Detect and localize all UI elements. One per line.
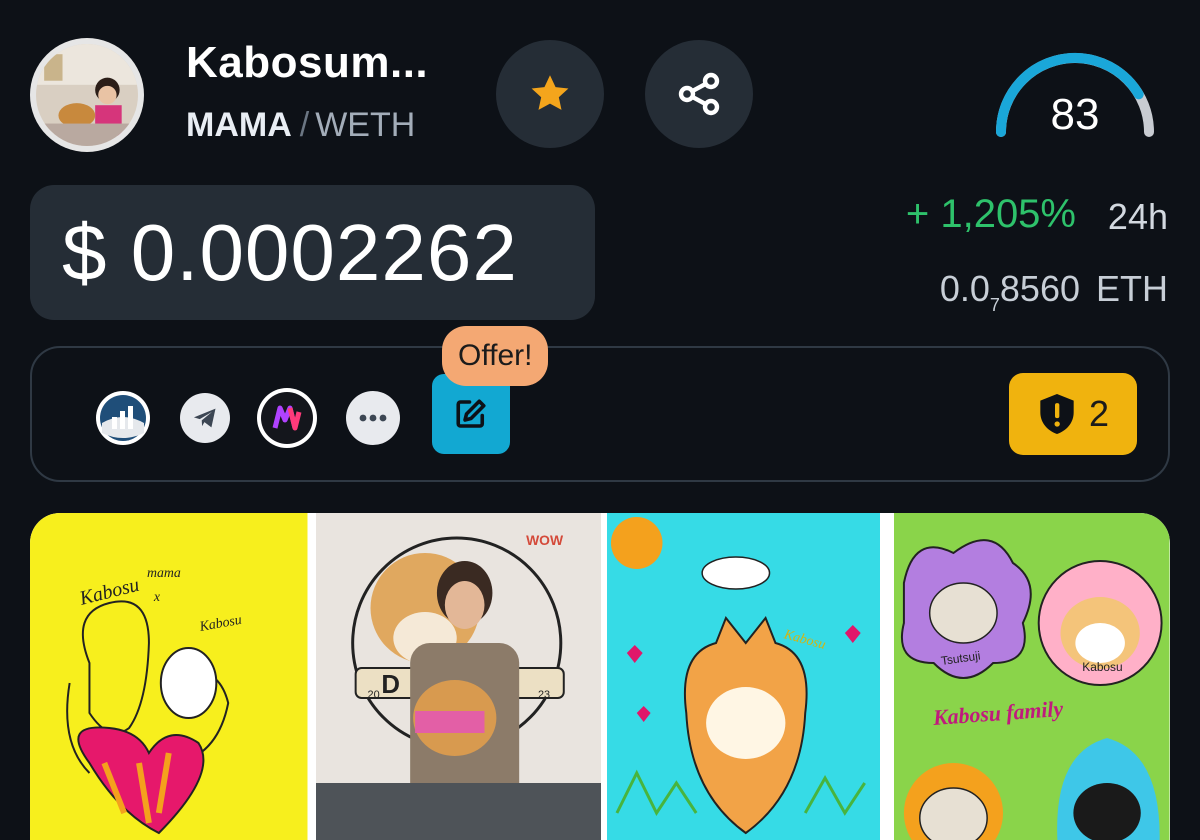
edit-icon <box>456 399 486 428</box>
thumb1-text-3: x <box>153 590 161 605</box>
thumb2-text-2: D <box>381 671 400 699</box>
eth-price: 0.078560 <box>940 268 1080 316</box>
audit-warnings-button[interactable]: 2 <box>1009 373 1137 455</box>
offer-badge: Offer! <box>442 326 549 386</box>
score-value: 83 <box>1050 90 1100 139</box>
share-icon <box>678 72 720 116</box>
usd-price: $ 0.0002262 <box>62 207 518 297</box>
token-name: Kabosum... <box>186 38 429 87</box>
thumb2-text-4: 23 <box>538 689 550 701</box>
price-change: + 1,205% <box>905 192 1076 236</box>
thumb2-text-1: WOW <box>526 532 564 548</box>
eth-price-prefix: 0.0 <box>939 268 990 309</box>
gallery-image-4[interactable]: Tsutsuji Kabosu Kabosu family <box>894 513 1170 840</box>
star-icon <box>531 75 569 110</box>
thumb1-text-2: mama <box>147 566 181 581</box>
quote-symbol: WETH <box>315 106 416 144</box>
chart-site-icon[interactable] <box>96 391 150 445</box>
audit-count: 2 <box>1088 393 1110 434</box>
price-card: $ 0.0002262 <box>30 185 595 320</box>
eth-price-digits: 8560 <box>999 268 1080 309</box>
gallery-image-1[interactable]: Kabosu mama x Kabosu <box>30 513 308 840</box>
more-icon[interactable] <box>346 391 400 445</box>
share-button[interactable] <box>645 40 753 148</box>
eth-zero-count: 7 <box>989 295 1000 315</box>
favorite-button[interactable] <box>496 40 604 148</box>
trading-pair: MAMA / WETH <box>186 106 415 145</box>
shield-alert-icon <box>1040 394 1074 434</box>
token-avatar <box>30 38 144 152</box>
eth-unit: ETH <box>1096 268 1168 309</box>
token-image-gallery: Kabosu mama x Kabosu WOW D 20 23 Kabosu … <box>30 513 1170 840</box>
edit-info-button[interactable] <box>432 374 510 454</box>
gallery-image-2[interactable]: WOW D 20 23 <box>315 513 601 840</box>
thumb4-text-2: Kabosu <box>1083 660 1123 674</box>
gallery-image-3[interactable]: Kabosu <box>606 513 881 840</box>
change-period: 24h <box>1107 196 1168 237</box>
pair-separator: / <box>299 106 310 144</box>
app-logo-icon[interactable] <box>257 388 317 448</box>
thumb2-text-3: 20 <box>367 689 379 701</box>
base-symbol: MAMA <box>186 106 292 144</box>
telegram-icon[interactable] <box>180 393 230 443</box>
